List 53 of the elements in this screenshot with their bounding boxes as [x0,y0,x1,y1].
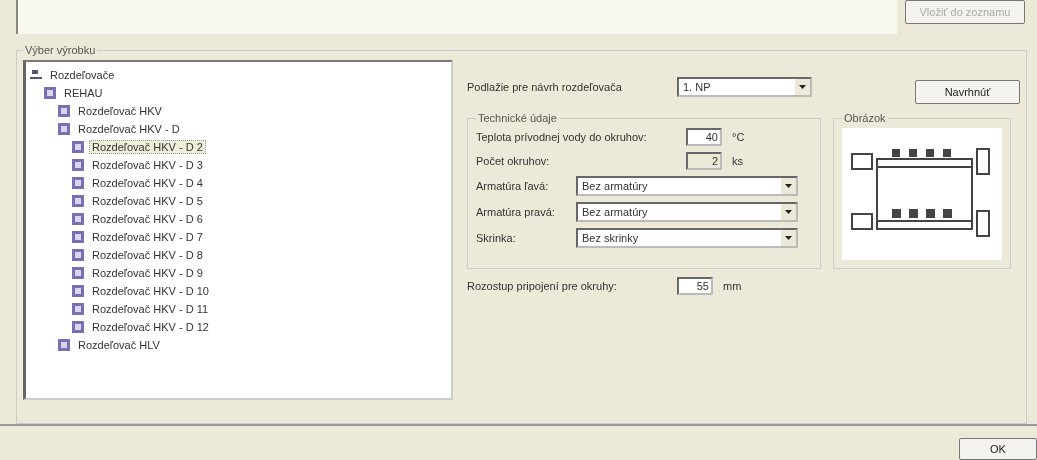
tree-node-icon [72,177,84,189]
ok-button[interactable]: OK [959,438,1037,460]
tree-node-icon [72,285,84,297]
tree-item[interactable]: Rozdeľovač HKV - D 9 [89,266,206,280]
group-title: Obrázok [843,112,887,124]
select-field[interactable]: Bez armatúry [576,202,798,222]
tree-node-icon [72,249,84,261]
field-label: Teplota prívodnej vody do okruhov: [476,131,648,143]
field-label: Armatúra pravá: [476,206,556,218]
tree-node-icon [72,231,84,243]
group-title: Výber výrobku [24,44,97,56]
tree-node-icon [72,303,84,315]
propose-button[interactable]: Navrhnúť [915,80,1020,104]
tree-item[interactable]: REHAU [61,86,106,100]
unit-label: mm [723,280,742,292]
field-label: Armatúra ľavá: [476,180,550,192]
tree-node-icon [58,339,70,351]
unit-label: °C [732,131,745,143]
tree-node-icon [44,87,56,99]
select-field[interactable]: Bez armatúry [576,176,798,196]
tree-node-icon [72,267,84,279]
tree-item[interactable]: Rozdeľovač HLV [75,338,163,352]
tree-item[interactable]: Rozdeľovač HKV - D 7 [89,230,206,244]
tree-item[interactable]: Rozdeľovač HKV - D 4 [89,176,206,190]
tree-node-icon [72,195,84,207]
unit-label: ks [732,155,743,167]
spacing-field[interactable]: 55 [677,277,713,295]
tree-node-icon [72,141,84,153]
tree-item[interactable]: Rozdeľovač HKV - D 3 [89,158,206,172]
group-title: Technické údaje [477,112,558,124]
field-label: Počet okruhov: [476,155,551,167]
tree-item[interactable]: Rozdeľovač HKV - D 11 [89,302,212,316]
tree-item[interactable]: Rozdeľovače [47,68,118,82]
tree-node-icon [72,321,84,333]
field-label: Skrinka: [476,232,517,244]
tree-node-icon [58,123,70,135]
tree-item[interactable]: Rozdeľovač HKV - D 12 [89,320,212,334]
tree-item[interactable]: Rozdeľovač HKV - D 6 [89,212,206,226]
spacing-label: Rozostup pripojení pre okruhy: [467,280,618,292]
tree-node-icon [72,213,84,225]
floor-label: Podlažie pre návrh rozdeľovača [467,81,623,93]
tree-item[interactable]: Rozdeľovač HKV [75,104,165,118]
tree-item[interactable]: Rozdeľovač HKV - D 10 [89,284,212,298]
select-field[interactable]: Bez skrinky [576,228,798,248]
root-icon [30,69,42,81]
tree-item[interactable]: Rozdeľovač HKV - D 2 [89,140,206,154]
floor-select[interactable]: 1. NP [677,77,812,97]
tree-node-icon [72,159,84,171]
tree-node-icon [58,105,70,117]
tree-item[interactable]: Rozdeľovač HKV - D [75,122,183,136]
tree-item[interactable]: Rozdeľovač HKV - D 8 [89,248,206,262]
number-field[interactable]: 40 [686,128,722,146]
tree-item[interactable]: Rozdeľovač HKV - D 5 [89,194,206,208]
